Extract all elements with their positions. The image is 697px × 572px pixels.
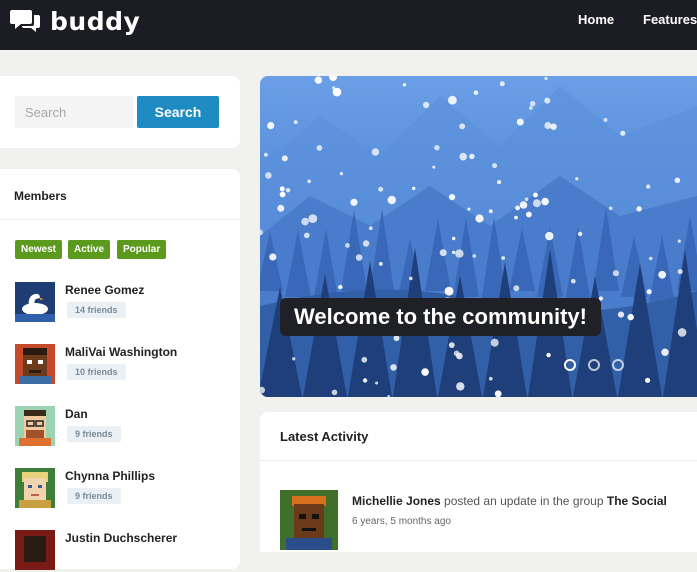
slider-dot-1[interactable] [564, 359, 576, 371]
hero-slider[interactable]: Welcome to the community! [260, 76, 697, 397]
member-item[interactable]: MaliVai Washington 10 friends [15, 344, 230, 386]
divider [0, 219, 240, 220]
member-name[interactable]: Dan [65, 407, 88, 421]
avatar[interactable] [15, 468, 55, 508]
friends-count-badge: 9 friends [67, 426, 121, 442]
search-input[interactable] [15, 96, 133, 128]
search-button[interactable]: Search [137, 96, 219, 128]
member-name[interactable]: Chynna Phillips [65, 469, 155, 483]
slider-dot-2[interactable] [588, 359, 600, 371]
hero-caption: Welcome to the community! [280, 298, 601, 336]
member-item[interactable]: Renee Gomez 14 friends [15, 282, 230, 324]
nav-features[interactable]: Features [643, 12, 697, 27]
filter-newest[interactable]: Newest [15, 240, 63, 259]
member-name[interactable]: MaliVai Washington [65, 345, 177, 359]
filter-popular[interactable]: Popular [117, 240, 167, 259]
member-name[interactable]: Renee Gomez [65, 283, 144, 297]
activity-text: Michellie Jones posted an update in the … [352, 494, 667, 508]
avatar[interactable] [280, 490, 338, 550]
member-item[interactable]: Chynna Phillips 9 friends [15, 468, 230, 510]
slider-dot-3[interactable] [612, 359, 624, 371]
activity-action: posted an update in the group [444, 494, 604, 508]
avatar[interactable] [15, 530, 55, 570]
chat-bubbles-icon [10, 10, 40, 32]
activity-widget: Latest Activity Michellie Jones posted a… [260, 412, 697, 552]
member-item[interactable]: Justin Duchscherer [15, 530, 230, 572]
search-widget: Search [0, 76, 240, 148]
friends-count-badge: 10 friends [67, 364, 126, 380]
top-bar: buddy Home Features [0, 0, 697, 50]
avatar[interactable] [15, 282, 55, 322]
activity-group-link[interactable]: The Social [607, 494, 667, 508]
site-logo[interactable]: buddy [10, 6, 140, 36]
avatar[interactable] [15, 344, 55, 384]
friends-count-badge: 9 friends [67, 488, 121, 504]
divider [260, 460, 697, 461]
activity-title: Latest Activity [280, 429, 369, 444]
logo-text: buddy [50, 6, 141, 36]
member-name[interactable]: Justin Duchscherer [65, 531, 177, 545]
members-title: Members [14, 189, 67, 203]
nav-home[interactable]: Home [578, 12, 614, 27]
activity-user-link[interactable]: Michellie Jones [352, 494, 441, 508]
avatar[interactable] [15, 406, 55, 446]
filter-active[interactable]: Active [68, 240, 111, 259]
friends-count-badge: 14 friends [67, 302, 126, 318]
activity-timestamp: 6 years, 5 months ago [352, 516, 451, 527]
winter-forest-illustration [260, 76, 697, 397]
members-widget: Members Newest Active Popular Renee Gome… [0, 169, 240, 572]
member-item[interactable]: Dan 9 friends [15, 406, 230, 448]
